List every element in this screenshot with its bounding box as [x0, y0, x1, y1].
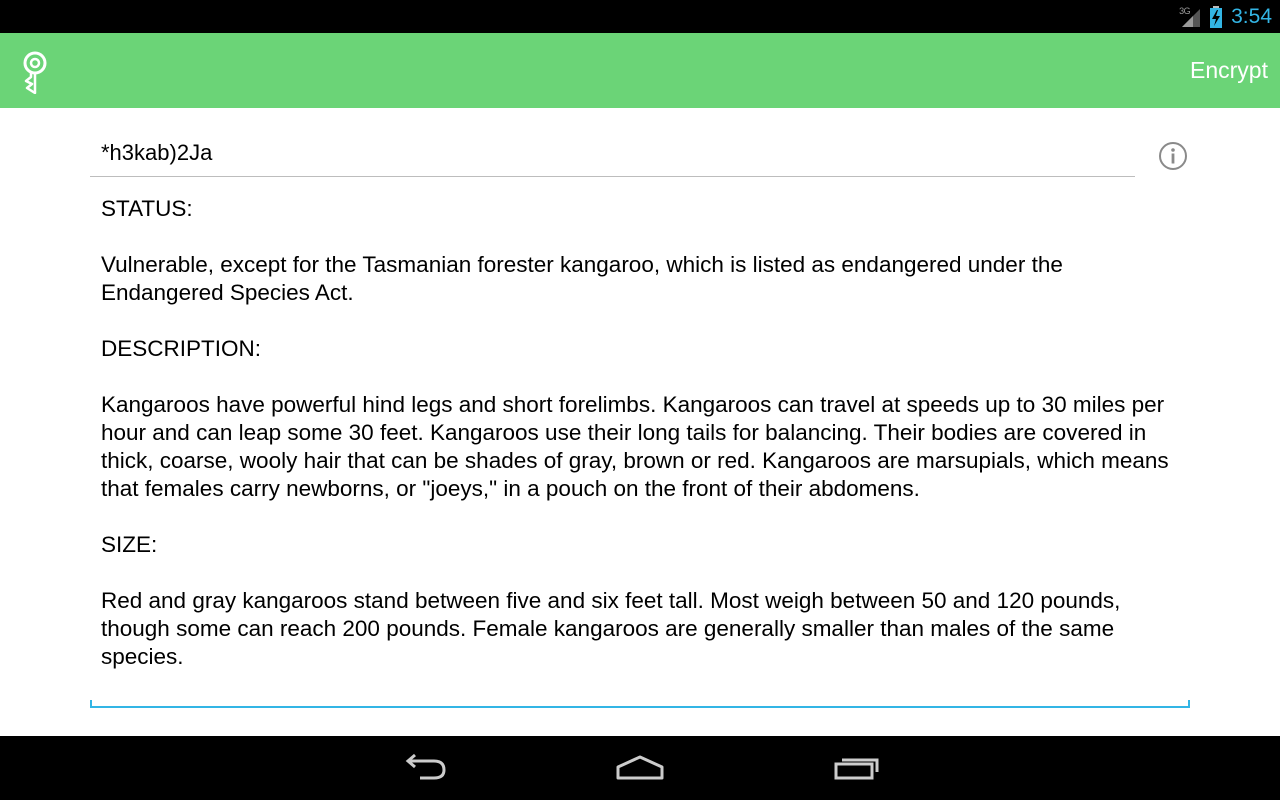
- encrypt-button[interactable]: Encrypt: [1190, 33, 1268, 108]
- key-input[interactable]: *h3kab)2Ja: [90, 136, 1135, 177]
- clock: 3:54: [1231, 4, 1272, 28]
- key-input-value[interactable]: *h3kab)2Ja: [101, 140, 212, 166]
- signal-icon: 3G: [1179, 6, 1201, 28]
- key-icon[interactable]: [18, 50, 52, 94]
- message-textarea[interactable]: STATUS: Vulnerable, except for the Tasma…: [90, 190, 1190, 708]
- status-indicators: 3G 3:54: [1179, 0, 1272, 33]
- back-icon[interactable]: [400, 750, 448, 784]
- status-bar: 3G 3:54: [0, 0, 1280, 33]
- action-bar: [0, 33, 1280, 108]
- message-text[interactable]: STATUS: Vulnerable, except for the Tasma…: [101, 195, 1176, 671]
- network-type: 3G: [1179, 5, 1191, 16]
- home-icon[interactable]: [615, 750, 665, 784]
- info-icon[interactable]: [1158, 141, 1188, 171]
- battery-icon: [1210, 5, 1223, 28]
- recents-icon[interactable]: [833, 750, 881, 784]
- navigation-bar: [0, 736, 1280, 800]
